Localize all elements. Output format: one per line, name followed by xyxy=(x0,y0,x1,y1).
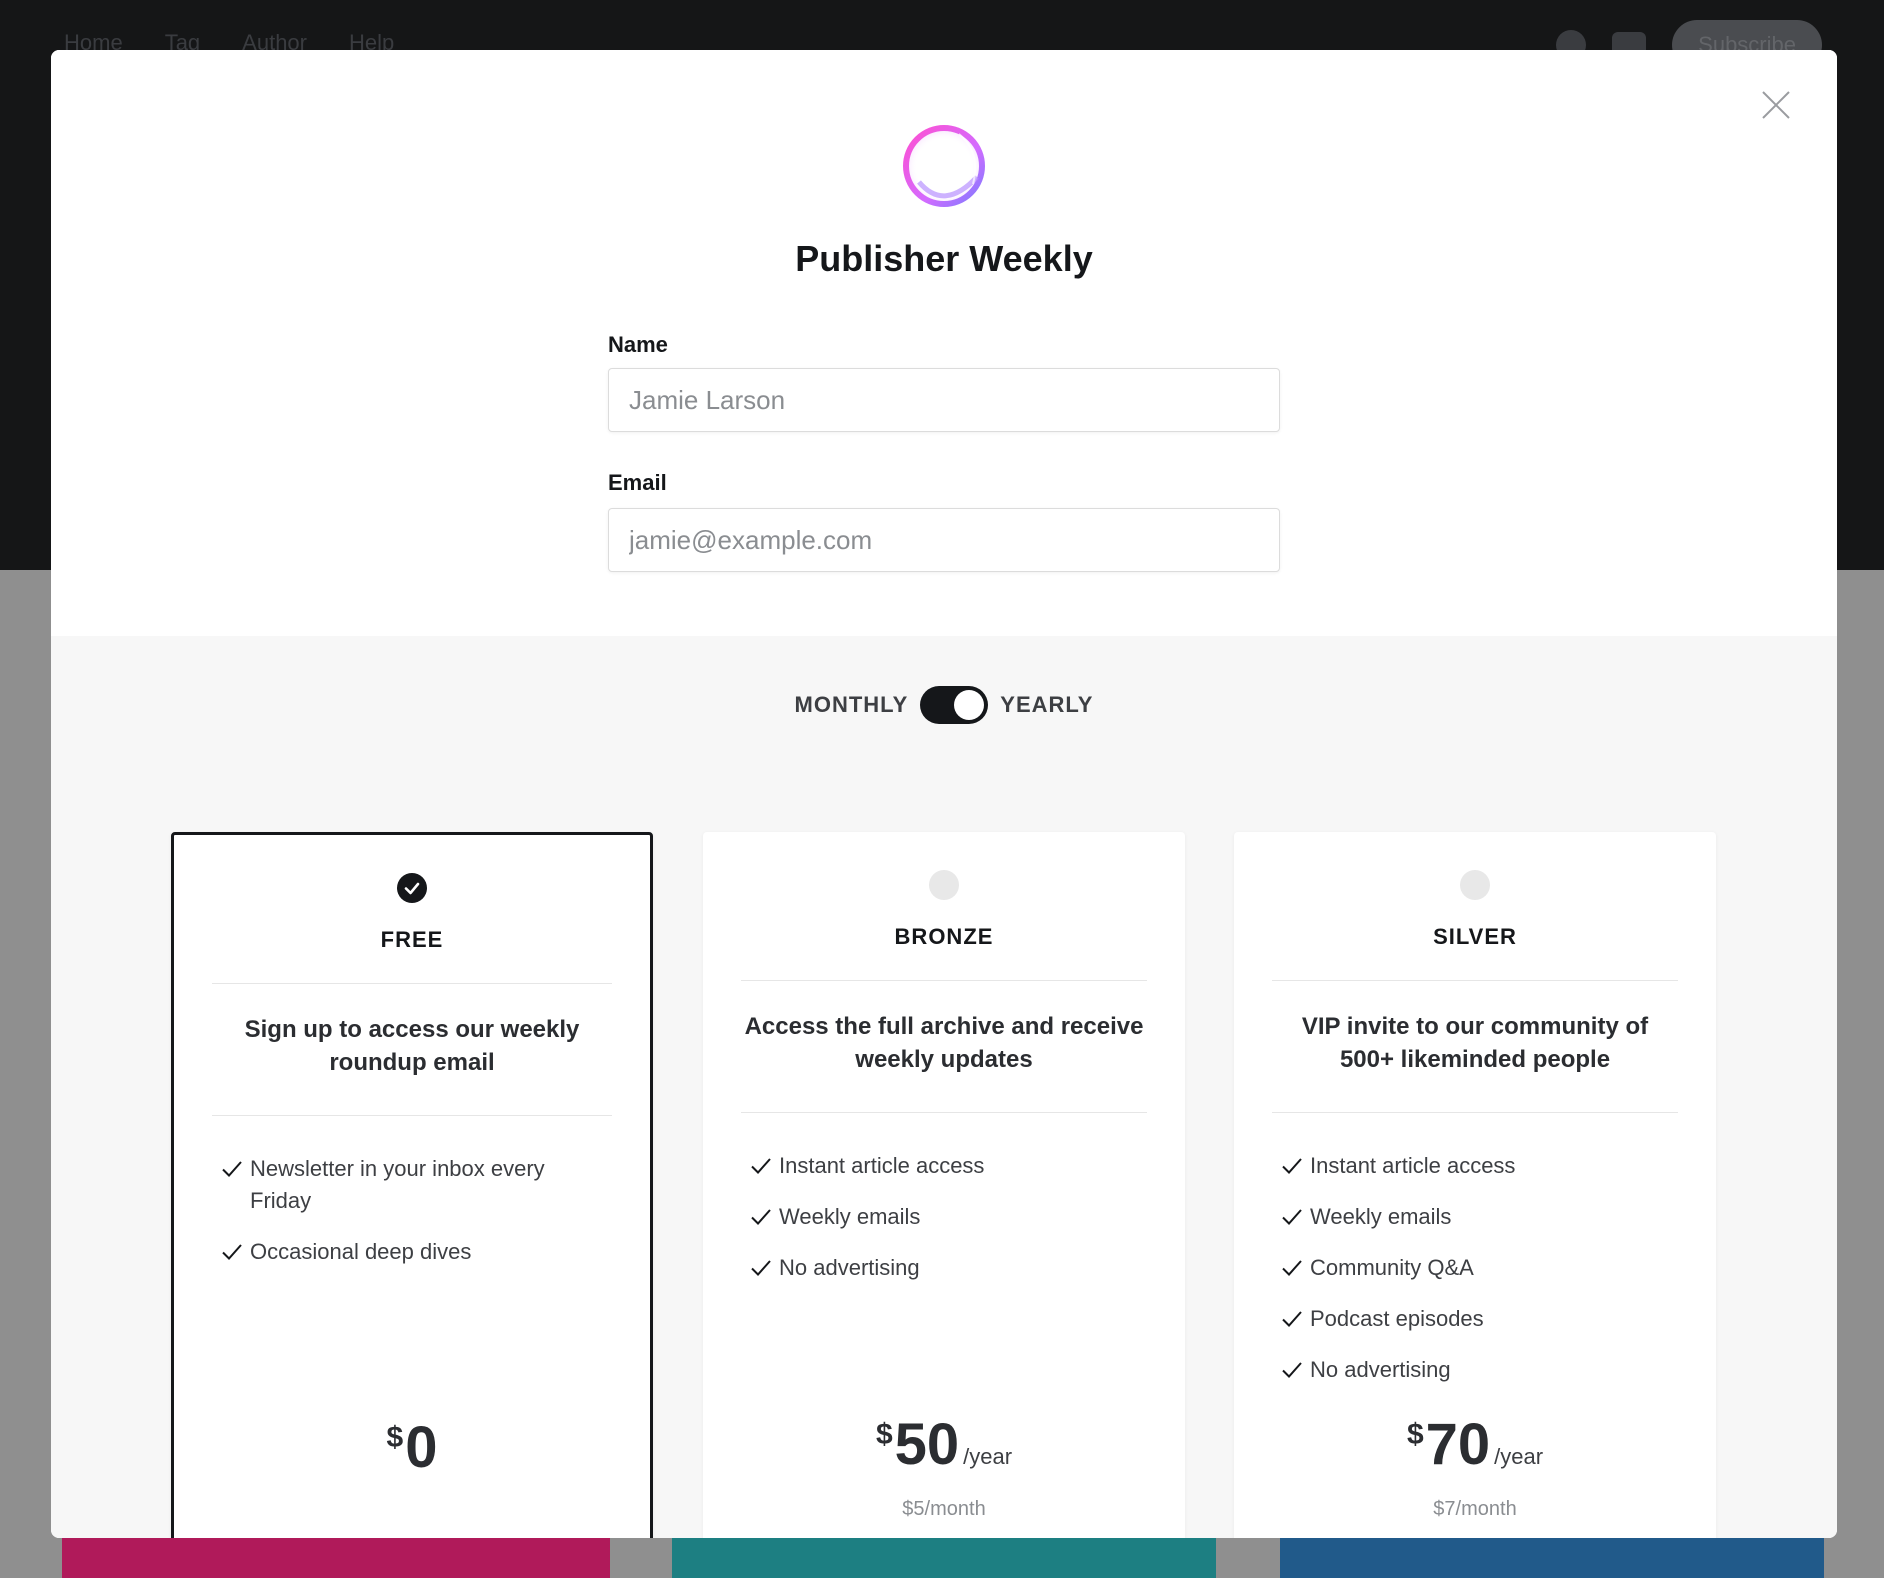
tier-card-free[interactable]: FREE Sign up to access our weekly roundu… xyxy=(171,832,653,1538)
tier-benefits: Instant article access Weekly emails Com… xyxy=(1280,1150,1676,1405)
tier-price: $ 70 /year xyxy=(1234,1412,1716,1478)
billing-toggle-switch[interactable] xyxy=(920,686,989,724)
tier-price: $ 0 xyxy=(174,1415,650,1481)
monthly-label[interactable]: MONTHLY xyxy=(795,692,909,718)
tier-benefits: Newsletter in your inbox every Friday Oc… xyxy=(220,1153,610,1287)
divider xyxy=(1272,980,1678,981)
site-title: Publisher Weekly xyxy=(795,238,1093,279)
tier-name: SILVER xyxy=(1433,924,1517,949)
benefit-item: Community Q&A xyxy=(1280,1252,1676,1284)
price-currency: $ xyxy=(386,1421,404,1454)
monthly-equivalent: $7/month xyxy=(1433,1498,1517,1520)
tier-card-bronze[interactable]: BRONZE Access the full archive and recei… xyxy=(703,832,1185,1538)
tier-benefits: Instant article access Weekly emails No … xyxy=(749,1150,1145,1303)
benefit-item: No advertising xyxy=(1280,1354,1676,1386)
check-icon xyxy=(749,1252,775,1284)
price-currency: $ xyxy=(1406,1418,1424,1451)
close-icon xyxy=(1762,91,1790,119)
benefit-text: No advertising xyxy=(779,1255,920,1280)
check-icon xyxy=(749,1150,775,1182)
benefit-text: Instant article access xyxy=(779,1153,985,1178)
tier-description: Sign up to access our weekly roundup ema… xyxy=(244,1016,580,1076)
benefit-text: Occasional deep dives xyxy=(250,1239,472,1264)
benefit-text: Community Q&A xyxy=(1310,1255,1474,1280)
email-label: Email xyxy=(608,470,667,495)
check-icon xyxy=(1280,1201,1306,1233)
benefit-item: Occasional deep dives xyxy=(220,1236,610,1268)
benefit-item: Instant article access xyxy=(749,1150,1145,1182)
check-icon xyxy=(1280,1150,1306,1182)
benefit-item: Instant article access xyxy=(1280,1150,1676,1182)
benefit-item: Newsletter in your inbox every Friday xyxy=(220,1153,610,1217)
divider xyxy=(1272,1112,1678,1113)
tier-name: BRONZE xyxy=(894,924,994,949)
price-currency: $ xyxy=(875,1418,893,1451)
benefit-text: Instant article access xyxy=(1310,1153,1516,1178)
tier-description: VIP invite to our community of 500+ like… xyxy=(1301,1013,1649,1073)
benefit-text: Podcast episodes xyxy=(1310,1306,1484,1331)
divider xyxy=(741,1112,1147,1113)
benefit-text: Weekly emails xyxy=(1310,1204,1452,1229)
benefit-text: Newsletter in your inbox every Friday xyxy=(250,1156,545,1213)
benefit-item: Weekly emails xyxy=(749,1201,1145,1233)
benefit-item: Podcast episodes xyxy=(1280,1303,1676,1335)
price-amount: 50 xyxy=(894,1412,960,1477)
tier-price: $ 50 /year xyxy=(703,1412,1185,1478)
tier-selected-check xyxy=(397,873,427,903)
check-icon xyxy=(1280,1252,1306,1284)
tier-selection-section: MONTHLY YEARLY FREE Sign up to access ou… xyxy=(51,636,1837,1538)
close-button[interactable] xyxy=(1759,88,1793,122)
toggle-knob xyxy=(954,690,985,720)
signup-modal: Publisher Weekly Name Email MONTHLY YEAR… xyxy=(51,50,1837,1538)
email-input[interactable] xyxy=(608,508,1280,572)
name-label: Name xyxy=(608,332,668,357)
benefit-item: Weekly emails xyxy=(1280,1201,1676,1233)
monthly-equivalent: $5/month xyxy=(902,1498,986,1520)
tier-description: Access the full archive and receive week… xyxy=(744,1013,1144,1073)
gradient-ring-logo-icon xyxy=(903,125,985,207)
benefit-text: Weekly emails xyxy=(779,1204,921,1229)
divider xyxy=(212,1115,612,1116)
price-amount: 0 xyxy=(405,1415,438,1480)
check-icon xyxy=(220,1153,246,1185)
divider xyxy=(741,980,1147,981)
price-amount: 70 xyxy=(1425,1412,1491,1477)
billing-period-toggle: MONTHLY YEARLY xyxy=(51,686,1837,724)
name-input[interactable] xyxy=(608,368,1280,432)
tier-unselected-radio xyxy=(1460,870,1490,900)
check-icon xyxy=(749,1201,775,1233)
check-icon xyxy=(1280,1354,1306,1386)
signup-form-section: Publisher Weekly Name Email xyxy=(51,50,1837,636)
check-icon xyxy=(1280,1303,1306,1335)
benefit-item: No advertising xyxy=(749,1252,1145,1284)
yearly-label[interactable]: YEARLY xyxy=(1000,692,1093,718)
check-icon xyxy=(220,1236,246,1268)
benefit-text: No advertising xyxy=(1310,1357,1451,1382)
divider xyxy=(212,983,612,984)
checkmark-circle-icon xyxy=(404,882,420,895)
tier-unselected-radio xyxy=(929,870,959,900)
price-period: /year xyxy=(1494,1444,1544,1469)
price-period: /year xyxy=(963,1444,1013,1469)
site-logo xyxy=(899,122,989,212)
tier-name: FREE xyxy=(380,927,444,952)
tier-card-silver[interactable]: SILVER VIP invite to our community of 50… xyxy=(1234,832,1716,1538)
